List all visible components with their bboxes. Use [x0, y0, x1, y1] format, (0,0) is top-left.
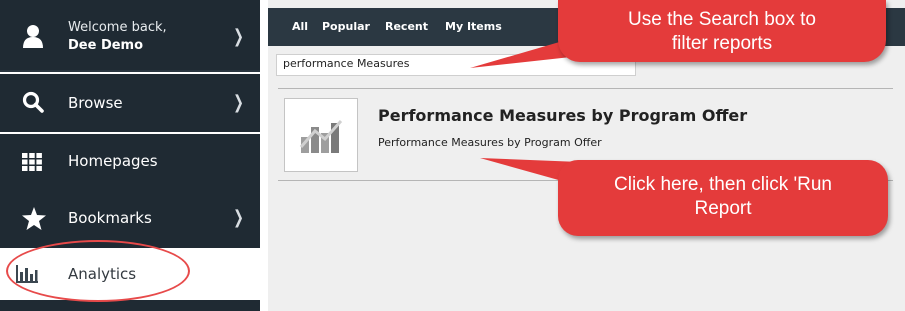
annotation-circle	[6, 240, 190, 302]
star-icon	[22, 207, 46, 234]
user-name: Dee Demo	[68, 38, 144, 53]
sidebar-item-label: Bookmarks	[68, 209, 152, 227]
report-description: Performance Measures by Program Offer	[378, 136, 602, 149]
chevron-right-icon: ❯	[233, 207, 244, 228]
report-chart-icon	[299, 120, 343, 153]
user-icon	[22, 24, 44, 52]
search-hint-callout: Use the Search box to filter reports	[558, 0, 886, 62]
tab-my-items[interactable]: My Items	[445, 20, 502, 33]
user-menu[interactable]: Welcome back, Dee Demo ❯	[0, 0, 260, 72]
divider	[278, 88, 893, 89]
sidebar-item-homepages[interactable]: Homepages	[0, 134, 260, 190]
sidebar-bottom	[0, 300, 260, 311]
chevron-right-icon: ❯	[233, 26, 244, 47]
chevron-right-icon: ❯	[233, 92, 244, 113]
click-hint-callout: Click here, then click 'Run Report	[558, 160, 888, 236]
callout-line: Click here, then click 'Run	[614, 174, 832, 195]
tab-all[interactable]: All	[292, 20, 308, 33]
sidebar-item-label: Homepages	[68, 152, 158, 170]
search-icon	[22, 91, 44, 117]
sidebar-item-bookmarks[interactable]: Bookmarks ❯	[0, 190, 260, 248]
tab-popular[interactable]: Popular	[322, 20, 370, 33]
report-title[interactable]: Performance Measures by Program Offer	[378, 106, 747, 125]
callout-line: filter reports	[671, 33, 773, 54]
sidebar-item-browse[interactable]: Browse ❯	[0, 74, 260, 132]
grid-icon	[22, 153, 42, 175]
callout-line: Use the Search box to	[628, 9, 816, 30]
tab-recent[interactable]: Recent	[385, 20, 428, 33]
report-thumbnail[interactable]	[284, 98, 358, 172]
welcome-text: Welcome back,	[68, 20, 167, 35]
sidebar: Welcome back, Dee Demo ❯ Browse ❯ Homepa…	[0, 0, 260, 311]
callout-line: Report	[694, 198, 752, 219]
sidebar-item-label: Browse	[68, 94, 123, 112]
